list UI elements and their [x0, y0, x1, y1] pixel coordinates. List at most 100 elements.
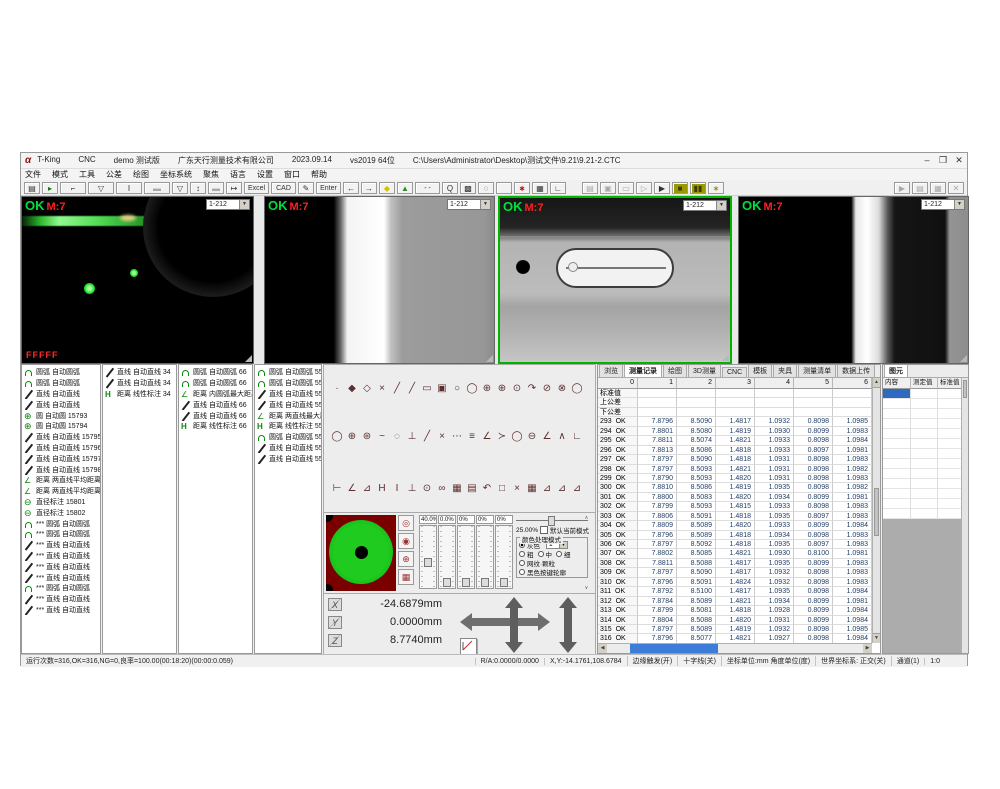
measure-item[interactable]: 距离 线性标注 34 [103, 389, 176, 400]
target2-tool[interactable]: ⊛ [360, 430, 374, 444]
element-row[interactable] [883, 419, 961, 429]
measure-item[interactable]: *** 直线 自动直线 [22, 561, 100, 572]
measure-item[interactable]: *** 圆弧 自动圆弧 [22, 583, 100, 594]
magnifier-button[interactable]: Q [442, 182, 458, 194]
probe-down-button[interactable]: ▽ [88, 182, 114, 194]
light-slider-5[interactable]: 0% [495, 515, 513, 589]
close-tool-button[interactable]: ✕ [948, 182, 964, 194]
rect-tool[interactable]: ▭ [420, 382, 434, 396]
slider-track[interactable] [495, 525, 513, 589]
light-bulb-button[interactable]: ◆ [379, 182, 395, 194]
measure-item[interactable]: *** 圆弧 自动圆弧 [22, 529, 100, 540]
angle-tool[interactable]: ∠ [480, 430, 494, 444]
menu-item[interactable]: 坐标系统 [160, 169, 192, 180]
width-dim-tool[interactable]: I [390, 482, 404, 496]
rect2-tool[interactable]: ▣ [435, 382, 449, 396]
menu-item[interactable]: 文件 [25, 169, 41, 180]
slider-thumb[interactable] [548, 516, 555, 526]
lens-select[interactable]: 1-212▼ [447, 199, 491, 210]
result-row[interactable]: 297 OK7.87978.50901.48181.09310.80981.09… [598, 455, 872, 464]
pick-tool[interactable]: ◆ [345, 382, 359, 396]
black-key-outline-radio[interactable]: 黑色按键轮廓 [519, 567, 566, 576]
slider-thumb[interactable] [424, 558, 432, 567]
copy-dim-tool[interactable]: ▤ [465, 482, 479, 496]
tab-9[interactable]: 数据上传 [837, 364, 875, 377]
title-bar[interactable]: α T-KingCNCdemo 测试版广东天行测量技术有限公司2023.09.1… [21, 153, 967, 169]
camera-disabled-button[interactable]: ▬ [144, 182, 170, 194]
tab-7[interactable]: 夹具 [773, 364, 797, 377]
lasso-button[interactable]: ◌ [478, 182, 494, 194]
panel-scroll-arrows[interactable]: ∧∨ [583, 515, 590, 591]
lens-select[interactable]: 1-212▼ [206, 199, 250, 210]
element-row[interactable] [883, 469, 961, 479]
slider-track[interactable] [457, 525, 475, 589]
measure-item[interactable]: 距离 两直线平均距离 [22, 475, 100, 486]
xy-jog-horizontal-arrow[interactable] [472, 618, 538, 626]
slider-thumb[interactable] [500, 578, 508, 587]
scrollbar-thumb[interactable] [874, 488, 879, 536]
light-slider-4[interactable]: 0% [476, 515, 494, 589]
measure-item[interactable]: 直线 自动直线 55 [255, 399, 321, 410]
result-row[interactable]: 295 OK7.88118.50741.48211.09330.80981.09… [598, 436, 872, 445]
result-row[interactable]: 294 OK7.88018.50801.48191.09300.80991.09… [598, 427, 872, 436]
measure-item[interactable]: *** 圆弧 自动圆弧 [22, 518, 100, 529]
measure-item[interactable]: 距离 内圆弧最大距离 [179, 389, 252, 400]
result-row[interactable]: 298 OK7.87978.50931.48211.09310.80981.09… [598, 465, 872, 474]
measure-item[interactable]: 距离 两直线最大距离 [255, 410, 321, 421]
slider-thumb[interactable] [481, 578, 489, 587]
measure-item[interactable]: 圆 自动圆 15794 [22, 421, 100, 432]
ellipse-tool[interactable]: ◯ [570, 382, 584, 396]
result-row[interactable]: 299 OK7.87908.50931.48201.09310.80981.09… [598, 474, 872, 483]
measure-item[interactable]: *** 直线 自动直线 [22, 594, 100, 605]
slider-thumb[interactable] [443, 578, 451, 587]
menu-item[interactable]: 工具 [79, 169, 95, 180]
result-row[interactable]: 309 OK7.87978.50901.48171.09320.80981.09… [598, 568, 872, 577]
resize-handle[interactable] [960, 355, 967, 362]
measure-item[interactable]: 直线 自动直线 66 [179, 399, 252, 410]
vertex-tool[interactable]: ≻ [495, 430, 509, 444]
wave-tool[interactable]: ~ [375, 430, 389, 444]
folder-button[interactable]: ▭ [618, 182, 634, 194]
resize-handle[interactable] [722, 354, 729, 361]
tab-5[interactable]: CNC [722, 367, 747, 377]
probe-axis-button[interactable]: I [116, 182, 142, 194]
excel-export-button[interactable]: Excel [244, 182, 269, 194]
halftone-button[interactable]: ▦ [532, 182, 548, 194]
measure-item[interactable]: 直线 自动直线 55 [255, 453, 321, 464]
parallel-tool[interactable]: ╱ [420, 430, 434, 444]
measure-item[interactable]: 直线 自动直线 [22, 399, 100, 410]
dots-tool[interactable]: ⋯ [450, 430, 464, 444]
result-row[interactable]: 306 OK7.87978.50921.48181.09350.80971.09… [598, 540, 872, 549]
prev-button[interactable]: ← [343, 182, 359, 194]
print-button[interactable]: ▦ [930, 182, 946, 194]
element-row[interactable] [883, 499, 961, 509]
circle4-tool[interactable]: ⊕ [495, 382, 509, 396]
probe-small-button[interactable]: ▽ [172, 182, 188, 194]
menu-item[interactable]: 公差 [106, 169, 122, 180]
scroll-up-icon[interactable]: ▲ [873, 378, 880, 388]
camera-view-2[interactable]: OKM:7 1-212▼ [264, 196, 495, 364]
light-slider-1[interactable]: 40.0% [419, 515, 437, 589]
pattern-button[interactable]: ▩ [460, 182, 476, 194]
resize-handle[interactable] [486, 355, 493, 362]
pause-button[interactable]: ▮▮ [690, 182, 706, 194]
measure-item[interactable]: 直线 自动直线 15795 [22, 432, 100, 443]
angle4-tool[interactable]: ∟ [570, 430, 584, 444]
height-dim-tool[interactable]: H [375, 482, 389, 496]
image-button[interactable]: ▲ [397, 182, 413, 194]
lines-tool[interactable]: ≡ [465, 430, 479, 444]
element-row[interactable] [883, 509, 961, 519]
measure-item[interactable]: 直径标注 15801 [22, 497, 100, 508]
mesh-grain-radio[interactable]: 网纹·颗粒 [519, 558, 555, 567]
result-row[interactable]: 310 OK7.87968.50911.48241.09320.80981.09… [598, 578, 872, 587]
measure-item[interactable]: 直线 自动直线 55 [255, 389, 321, 400]
element-row[interactable] [883, 389, 961, 399]
cross2-tool[interactable]: × [435, 430, 449, 444]
result-row[interactable]: 305 OK7.87968.50891.48181.09340.80981.09… [598, 531, 872, 540]
resize-handle[interactable] [245, 355, 252, 362]
element-row[interactable] [883, 439, 961, 449]
box-select-tool[interactable]: □ [495, 482, 509, 496]
fine-radio[interactable]: 细 [556, 549, 571, 558]
minimize-button[interactable]: – [919, 154, 935, 168]
measure-item[interactable]: 直线 自动直线 66 [179, 410, 252, 421]
